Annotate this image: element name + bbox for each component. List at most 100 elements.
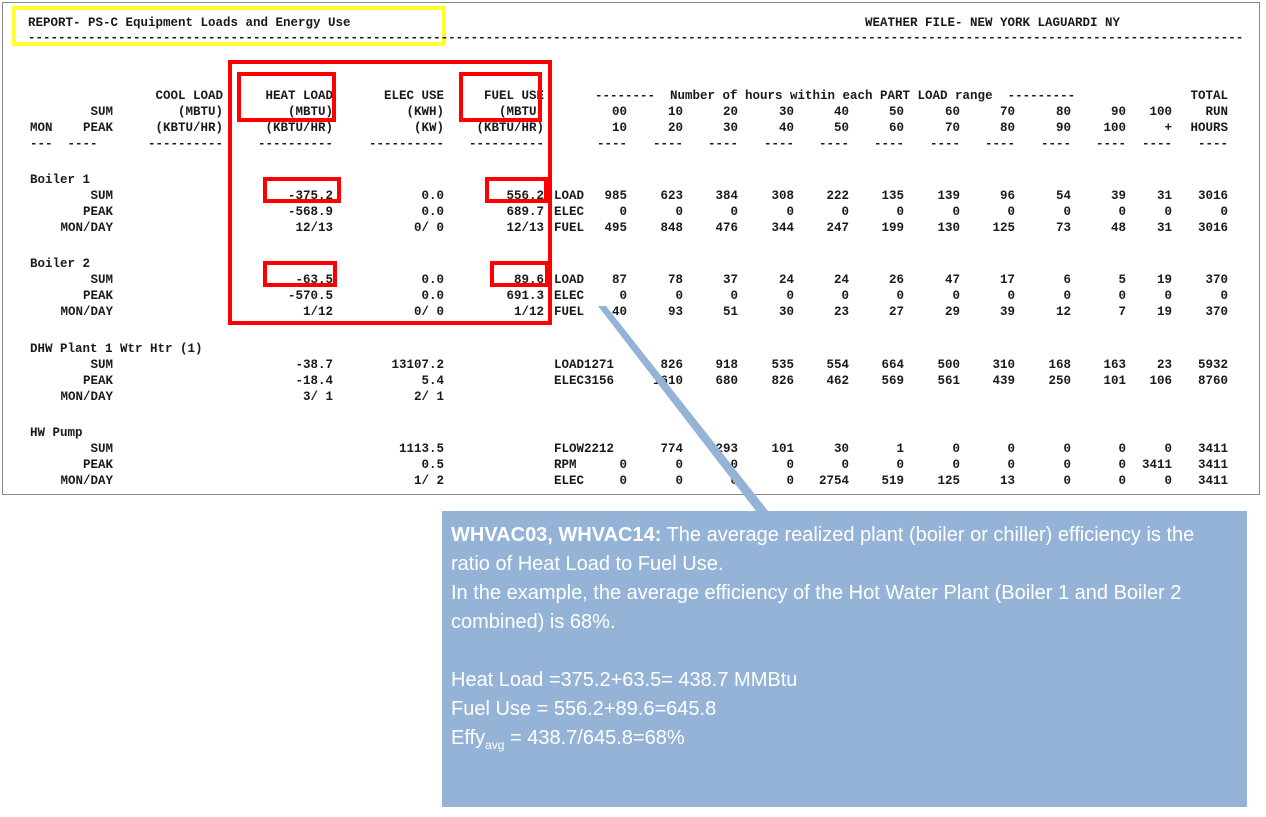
part-load-type: ELEC	[554, 289, 585, 303]
header-underline: ----	[1040, 137, 1071, 151]
hours-value: 19	[1156, 273, 1172, 287]
mon-header: MON	[30, 121, 53, 135]
hours-value: 918	[715, 358, 738, 372]
hours-value	[587, 441, 627, 457]
header-underline: ----	[596, 137, 627, 151]
hours-value: 535	[771, 358, 794, 372]
section-title: HW Pump	[30, 426, 83, 440]
part-load-type: ELEC	[554, 474, 585, 488]
part-load-type: ELEC	[554, 205, 585, 219]
elec-use-value: 5.4	[421, 374, 444, 388]
part-load-type: FUEL	[554, 221, 585, 235]
hours-value: 250	[1048, 374, 1071, 388]
hours-value: 163	[1103, 358, 1126, 372]
elec-use-value: 2/ 1	[413, 390, 444, 404]
hours-value: 96	[999, 189, 1015, 203]
row-label: PEAK	[82, 458, 113, 472]
hours-value	[975, 389, 1015, 405]
hours-value: 495	[604, 221, 627, 235]
hours-value: 0	[1007, 442, 1015, 456]
boiler1-fuel-sum-highlight	[485, 177, 548, 203]
hours-value: 0	[675, 289, 683, 303]
hours-value: 0	[1164, 474, 1172, 488]
hours-value: 130	[937, 221, 960, 235]
hours-value: 561	[937, 374, 960, 388]
hours-value	[1086, 389, 1126, 405]
hours-value: 23	[1156, 358, 1172, 372]
range-low: 100	[1149, 105, 1172, 119]
boiler2-fuel-sum-highlight	[490, 261, 549, 287]
hours-value	[1132, 389, 1172, 405]
hours-value	[587, 373, 627, 389]
row-label: PEAK	[82, 205, 113, 219]
total-header: HOURS	[1190, 121, 1228, 135]
elec-use-value: 1113.5	[398, 442, 444, 456]
part-load-type: LOAD	[554, 273, 585, 287]
row-label: SUM	[90, 189, 113, 203]
hours-value: 0	[1118, 442, 1126, 456]
header-underline: ----	[984, 137, 1015, 151]
hours-value: 462	[826, 374, 849, 388]
hours-value: 0	[1118, 289, 1126, 303]
report-title: REPORT- PS-C Equipment Loads and Energy …	[28, 16, 351, 30]
hours-value: 40	[611, 305, 627, 319]
row-label: MON/DAY	[60, 305, 113, 319]
part-load-type: RPM	[554, 458, 577, 472]
hours-value: 23	[833, 305, 849, 319]
boiler1-heat-sum-highlight	[263, 177, 341, 203]
heat-load-value	[233, 441, 333, 457]
hours-value: 0	[730, 474, 738, 488]
hours-value: 0	[786, 289, 794, 303]
hours-value: 500	[937, 358, 960, 372]
hours-value: 3411	[1141, 458, 1172, 472]
heat-load-value: 3/ 1	[302, 390, 333, 404]
range-high: 90	[1055, 121, 1071, 135]
hours-value: 0	[786, 458, 794, 472]
hours-value: 73	[1055, 221, 1071, 235]
hours-value: 0	[675, 474, 683, 488]
range-low: 60	[944, 105, 960, 119]
fuel-use-value	[444, 457, 544, 473]
hours-value	[698, 389, 738, 405]
hours-value: 0	[1063, 442, 1071, 456]
hours-value	[809, 389, 849, 405]
range-low: 90	[1110, 105, 1126, 119]
hours-value: 30	[833, 442, 849, 456]
hours-value: 623	[660, 189, 683, 203]
hours-value: 101	[771, 442, 794, 456]
hours-value: 48	[1110, 221, 1126, 235]
header-underline: ----------	[147, 137, 223, 151]
hours-value: 222	[826, 189, 849, 203]
section-title: Boiler 2	[30, 257, 91, 271]
header-underline: ----	[1197, 137, 1228, 151]
total-header: RUN	[1205, 105, 1228, 119]
hours-value	[643, 389, 683, 405]
hours-value: 680	[715, 374, 738, 388]
header-underline: ----	[1095, 137, 1126, 151]
heat-load-value: -18.4	[295, 374, 333, 388]
hours-value: 0	[1063, 458, 1071, 472]
hours-value: 6	[1063, 273, 1071, 287]
callout-calc-effy: Effyavg = 438.7/645.8=68%	[451, 727, 685, 752]
total-hours-value: 370	[1205, 305, 1228, 319]
hours-value: 0	[841, 289, 849, 303]
row-label: PEAK	[82, 289, 113, 303]
hours-value: 310	[992, 358, 1015, 372]
row-label: MON/DAY	[60, 390, 113, 404]
callout-text-2: In the example, the average efficiency o…	[451, 582, 1182, 633]
hours-value	[1031, 389, 1071, 405]
hours-value: 0	[619, 205, 627, 219]
hours-value: 344	[771, 221, 794, 235]
total-hours-value	[1173, 389, 1228, 405]
boiler2-heat-sum-highlight	[263, 261, 337, 287]
part-load-type: FUEL	[554, 305, 585, 319]
hours-value: 12	[1055, 305, 1071, 319]
hours-value	[587, 357, 627, 373]
hours-value: 0	[952, 458, 960, 472]
range-high: 70	[944, 121, 960, 135]
hours-value: 826	[660, 358, 683, 372]
elec-use-value: 13107.2	[391, 358, 444, 372]
range-low: 50	[888, 105, 904, 119]
hours-value: 139	[937, 189, 960, 203]
hours-value: 476	[715, 221, 738, 235]
